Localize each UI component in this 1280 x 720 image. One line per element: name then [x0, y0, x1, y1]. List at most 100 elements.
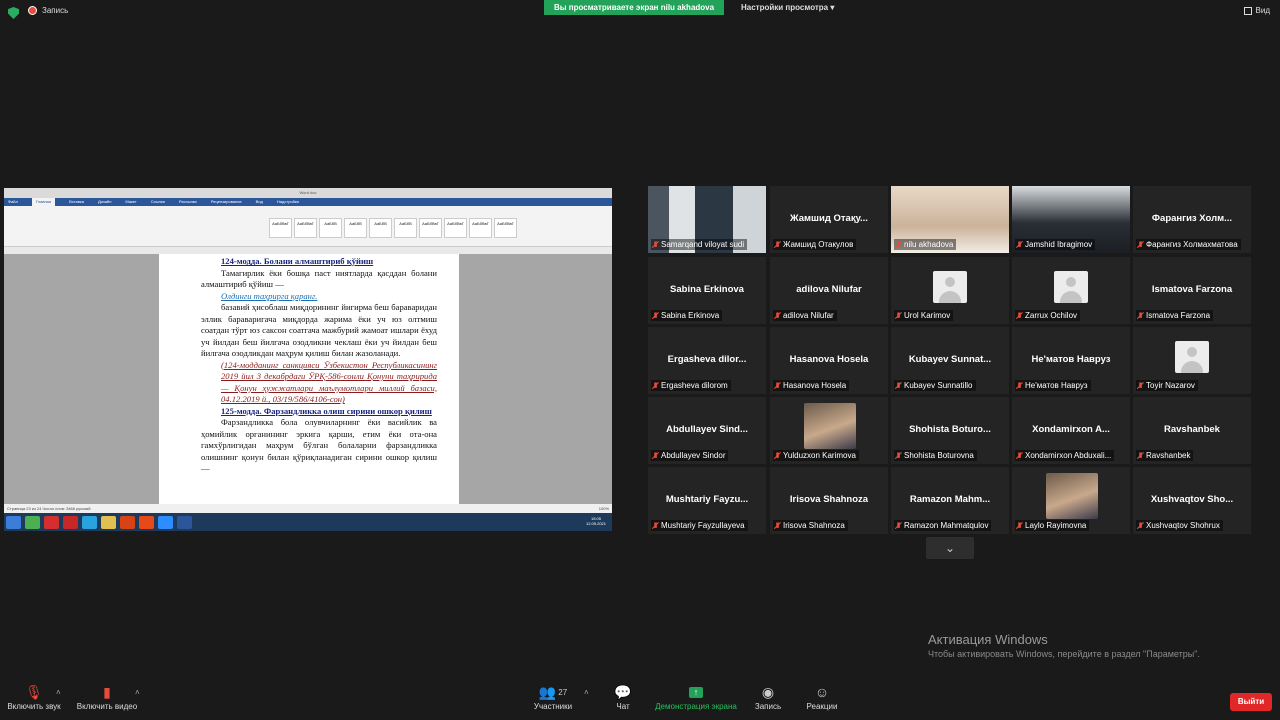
participant-display-name: Ergasheva dilor...	[667, 354, 747, 365]
chevron-up-icon[interactable]: ˄	[135, 688, 140, 697]
participant-name-label: ▮ Ismatova Farzona	[1136, 310, 1214, 321]
participant-name: Samarqand viloyat sudi	[661, 240, 745, 249]
participant-display-name: Abdullayev Sind...	[666, 424, 748, 435]
clock-date: 12.05.2021	[585, 521, 606, 526]
microphone-muted-icon: ▮	[775, 311, 780, 319]
record-icon: ◉	[761, 683, 775, 700]
start-video-button[interactable]: ▮ Включить видео	[74, 682, 140, 712]
participant-tile[interactable]: Xushvaqtov Sho... ▮ Xushvaqtov Shohrux	[1133, 467, 1251, 534]
view-button[interactable]: Вид	[1243, 6, 1270, 15]
participant-tile[interactable]: Kubayev Sunnat... ▮ Kubayev Sunnatillo	[891, 327, 1009, 394]
microphone-muted-icon: 🎙	[25, 683, 43, 700]
share-screen-button[interactable]: ↑ Демонстрация экрана	[652, 682, 740, 711]
participant-tile[interactable]: Shohista Boturo... ▮ Shohista Boturovna	[891, 397, 1009, 464]
windows-taskbar: 15:05 12.05.2021	[4, 513, 612, 531]
word-status-bar: Страница 23 из 24 Число слов: 3466 русск…	[4, 504, 612, 513]
microphone-muted-icon: ▮	[1138, 381, 1143, 389]
participant-name: Irisova Shahnoza	[783, 521, 845, 530]
chevron-down-icon: ▾	[830, 3, 835, 12]
chevron-up-icon[interactable]: ˄	[56, 688, 61, 697]
microphone-muted-icon: ▮	[896, 311, 901, 319]
participant-tile[interactable]: ▮ Jamshid Ibragimov	[1012, 186, 1130, 253]
reactions-button[interactable]: ☺ Реакции	[803, 682, 841, 711]
doc-paragraph: Фарзандликка бола олувчиларнинг ёки васи…	[201, 417, 437, 473]
participant-tile[interactable]: ▮ Toyir Nazarov	[1133, 327, 1251, 394]
microphone-muted-icon: ▮	[653, 521, 658, 529]
participant-name-label: ▮ Zarrux Ochilov	[1015, 310, 1081, 321]
participant-display-name: Ramazon Mahm...	[909, 494, 991, 505]
participant-tile[interactable]: Ravshanbek ▮ Ravshanbek	[1133, 397, 1251, 464]
leave-button[interactable]: Выйти	[1230, 693, 1272, 711]
participant-tile[interactable]: Hasanova Hosela ▮ Hasanova Hosela	[770, 327, 888, 394]
start-video-label: Включить видео	[76, 702, 138, 711]
participant-tile[interactable]: Не'матов Навруз ▮ Не'матов Навруз	[1012, 327, 1130, 394]
ribbon-tab: Дизайн	[97, 199, 112, 204]
participant-tile[interactable]: Ismatova Farzona ▮ Ismatova Farzona	[1133, 257, 1251, 324]
default-avatar-icon	[1175, 341, 1209, 373]
participant-name: Zarrux Ochilov	[1025, 311, 1078, 320]
chevron-up-icon[interactable]: ˄	[584, 688, 589, 697]
security-shield-icon[interactable]	[8, 7, 19, 19]
record-dot-icon	[28, 6, 37, 15]
participant-tile[interactable]: Ramazon Mahm... ▮ Ramazon Mahmatqulov	[891, 467, 1009, 534]
participant-name-label: ▮ Jamshid Ibragimov	[1015, 239, 1096, 250]
participant-tile[interactable]: ▮ Zarrux Ochilov	[1012, 257, 1130, 324]
chat-button[interactable]: 💬 Чат	[606, 682, 640, 712]
participant-tile[interactable]: Abdullayev Sind... ▮ Abdullayev Sindor	[648, 397, 766, 464]
participant-tile[interactable]: Жамшид Отақу... ▮ Жамшид Отакулов	[770, 186, 888, 253]
participant-tile[interactable]: Xondamirxon A... ▮ Xondamirxon Abduxali...	[1012, 397, 1130, 464]
participant-name: Kubayev Sunnatillo	[904, 381, 973, 390]
participant-tile[interactable]: ▮ Yulduzxon Karimova	[770, 397, 888, 464]
opera-icon	[63, 515, 78, 529]
participant-tile[interactable]: ▮ nilu akhadova	[891, 186, 1009, 253]
participant-tile[interactable]: Sabina Erkinova ▮ Sabina Erkinova	[648, 257, 766, 324]
view-options-menu[interactable]: Настройки просмотра ▾	[741, 3, 834, 12]
participant-name-label: ▮ Xushvaqtov Shohrux	[1136, 520, 1223, 531]
participant-tile[interactable]: ▮ Samarqand viloyat sudi	[648, 186, 766, 253]
microphone-muted-icon: ▮	[1017, 451, 1022, 459]
participant-name: Sabina Erkinova	[661, 311, 720, 320]
style-preview: АаБбВвГ	[469, 218, 492, 238]
participant-tile[interactable]: adilova Nilufar ▮ adilova Nilufar	[770, 257, 888, 324]
participant-name: Ramazon Mahmatqulov	[904, 521, 989, 530]
style-preview: АаБбВвГ	[419, 218, 442, 238]
participant-name: Abdullayev Sindor	[661, 451, 726, 460]
participant-tile[interactable]: ▮ Laylo Rayimovna	[1012, 467, 1130, 534]
participant-name-label: ▮ Kubayev Sunnatillo	[894, 380, 976, 391]
profile-photo	[1046, 473, 1098, 519]
participant-name-label: ▮ Irisova Shahnoza	[773, 520, 848, 531]
participant-tile[interactable]: ▮ Urol Karimov	[891, 257, 1009, 324]
gallery-next-page-button[interactable]: ⌄	[926, 537, 974, 559]
microphone-muted-icon: ▮	[775, 521, 780, 529]
record-button[interactable]: ◉ Запись	[750, 682, 786, 712]
microphone-muted-icon: ▮	[653, 381, 658, 389]
recording-indicator[interactable]: Запись	[28, 6, 68, 15]
meeting-toolbar: 🎙 Включить звук ˄ ▮ Включить видео ˄ 👥 27…	[0, 682, 1280, 720]
participant-name: Xondamirxon Abduxali...	[1025, 451, 1112, 460]
style-preview: АаБбВ	[394, 218, 417, 238]
participant-tile[interactable]: Irisova Shahnoza ▮ Irisova Shahnoza	[770, 467, 888, 534]
word-title-bar: Word doc	[4, 188, 612, 198]
microphone-muted-icon: ▮	[1138, 451, 1143, 459]
participants-button[interactable]: 👥 27 Участники	[530, 682, 576, 712]
share-screen-label: Демонстрация экрана	[655, 702, 737, 711]
participant-display-name: Xondamirxon A...	[1032, 424, 1110, 435]
unmute-button[interactable]: 🎙 Включить звук	[4, 682, 64, 712]
participant-name-label: ▮ adilova Nilufar	[773, 310, 837, 321]
participant-tile[interactable]: Фарангиз Холм... ▮ Фарангиз Холмахматова	[1133, 186, 1251, 253]
ribbon-tab: Надстройки	[276, 199, 299, 204]
recording-label: Запись	[42, 6, 69, 15]
style-preview: АаБбВвГ	[294, 218, 317, 238]
microphone-muted-icon: ▮	[653, 311, 658, 319]
participant-tile[interactable]: Mushtariy Fayzu... ▮ Mushtariy Fayzullayev…	[648, 467, 766, 534]
status-text: Страница 23 из 24 Число слов: 3466 русск…	[7, 506, 91, 511]
default-avatar-icon	[933, 271, 967, 303]
style-preview: АаБбВвГ	[494, 218, 517, 238]
record-label: Запись	[754, 702, 782, 711]
participant-tile[interactable]: Ergasheva dilor... ▮ Ergasheva dilorom	[648, 327, 766, 394]
participant-name: Jamshid Ibragimov	[1025, 240, 1093, 249]
microphone-muted-icon: ▮	[653, 451, 658, 459]
chevron-down-icon: ⌄	[944, 541, 956, 555]
participant-display-name: Ismatova Farzona	[1151, 284, 1233, 295]
doc-link: Олдинги таҳрирга қаранг.	[221, 290, 318, 301]
